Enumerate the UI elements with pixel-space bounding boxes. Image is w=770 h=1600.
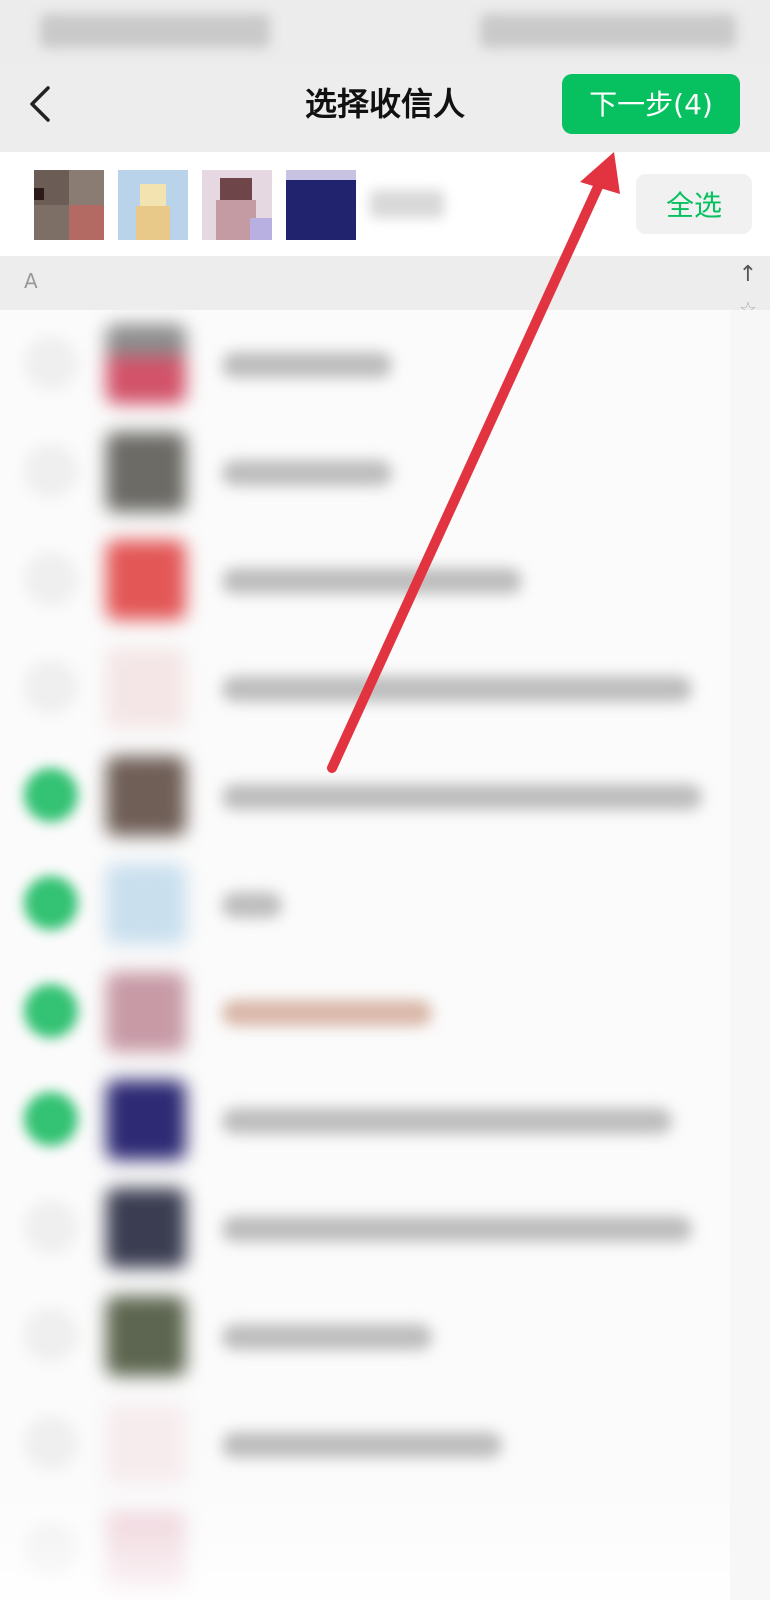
checkbox[interactable] [24, 336, 78, 390]
avatar [106, 1512, 186, 1592]
section-header: A [0, 256, 770, 310]
checkbox[interactable] [24, 1524, 78, 1578]
contact-row[interactable] [0, 1282, 730, 1390]
contact-list [0, 310, 730, 1600]
checkbox[interactable] [24, 984, 78, 1038]
contact-name-blur [222, 1108, 672, 1134]
avatar [106, 1296, 186, 1376]
checkbox[interactable] [24, 768, 78, 822]
avatar [106, 756, 186, 836]
selected-avatar-3[interactable] [202, 170, 272, 240]
checkbox[interactable] [24, 1308, 78, 1362]
next-step-button[interactable]: 下一步(4) [562, 74, 740, 134]
index-track [730, 310, 770, 1600]
status-bar [0, 0, 770, 64]
contact-name-blur [222, 460, 392, 486]
contact-row[interactable] [0, 1498, 730, 1600]
contact-name-blur [222, 352, 392, 378]
nav-bar: 选择收信人 下一步(4) [0, 64, 770, 152]
checkbox[interactable] [24, 1416, 78, 1470]
contact-row[interactable] [0, 1174, 730, 1282]
contact-name-blur [222, 784, 702, 810]
checkbox[interactable] [24, 876, 78, 930]
avatar [106, 1080, 186, 1160]
index-top-arrow[interactable]: ↑ [734, 258, 762, 292]
contact-row[interactable] [0, 418, 730, 526]
contact-row[interactable] [0, 1066, 730, 1174]
avatar [106, 432, 186, 512]
checkbox[interactable] [24, 444, 78, 498]
contact-row[interactable] [0, 526, 730, 634]
contact-row[interactable] [0, 1390, 730, 1498]
selected-avatar-1[interactable] [34, 170, 104, 240]
contact-row[interactable] [0, 742, 730, 850]
select-all-button[interactable]: 全选 [636, 174, 752, 234]
contact-name-blur [222, 568, 522, 594]
checkbox[interactable] [24, 1092, 78, 1146]
checkbox[interactable] [24, 1200, 78, 1254]
avatar [106, 972, 186, 1052]
avatar [106, 324, 186, 404]
checkbox[interactable] [24, 552, 78, 606]
contact-name-blur [222, 676, 692, 702]
selected-avatar-2[interactable] [118, 170, 188, 240]
contact-row[interactable] [0, 634, 730, 742]
avatar [106, 648, 186, 728]
status-bar-right-blur [480, 14, 736, 48]
contact-name-blur [222, 892, 282, 918]
contact-name-blur [222, 1324, 432, 1350]
back-button[interactable] [14, 78, 66, 130]
section-letter: A [24, 269, 38, 293]
contact-name-blur [222, 1216, 692, 1242]
selected-overflow-blur [370, 190, 444, 218]
contact-row[interactable] [0, 958, 730, 1066]
selected-recipients-bar: 全选 [0, 152, 770, 256]
avatar [106, 864, 186, 944]
chevron-left-icon [30, 86, 50, 122]
status-bar-left-blur [40, 14, 270, 48]
selected-avatar-4[interactable] [286, 170, 356, 240]
checkbox[interactable] [24, 660, 78, 714]
contact-name-blur [222, 1432, 502, 1458]
avatar [106, 540, 186, 620]
contact-name-blur [222, 1000, 432, 1026]
avatar [106, 1404, 186, 1484]
avatar [106, 1188, 186, 1268]
contact-row[interactable] [0, 850, 730, 958]
contact-row[interactable] [0, 310, 730, 418]
